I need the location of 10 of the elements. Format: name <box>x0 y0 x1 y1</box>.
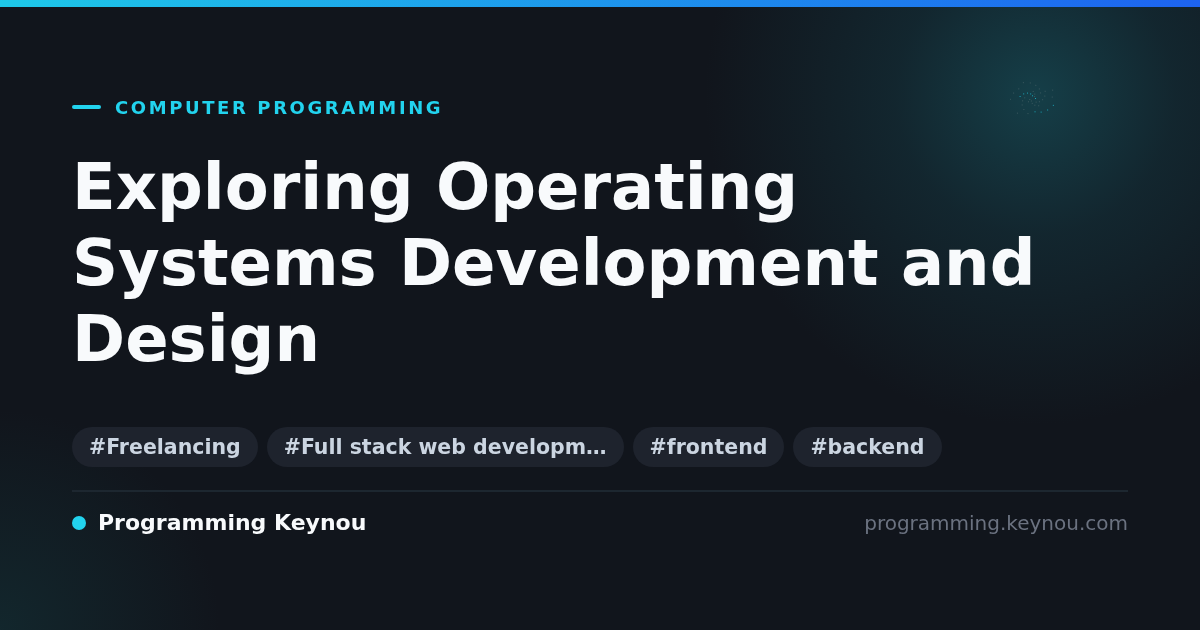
article-title: Exploring Operating Systems Development and Design <box>72 149 1037 377</box>
category-label: COMPUTER PROGRAMMING <box>115 96 444 118</box>
tag-chip: #backend <box>793 427 942 467</box>
tag-chip: #Full stack web developm… <box>266 427 624 467</box>
tag-chip: #Freelancing <box>72 427 258 467</box>
tag-chip: #frontend <box>632 427 785 467</box>
site-url: programming.keynou.com <box>864 510 1128 535</box>
dash-icon <box>72 105 101 109</box>
dot-icon <box>72 515 86 530</box>
site-name: Programming Keynou <box>98 510 367 535</box>
